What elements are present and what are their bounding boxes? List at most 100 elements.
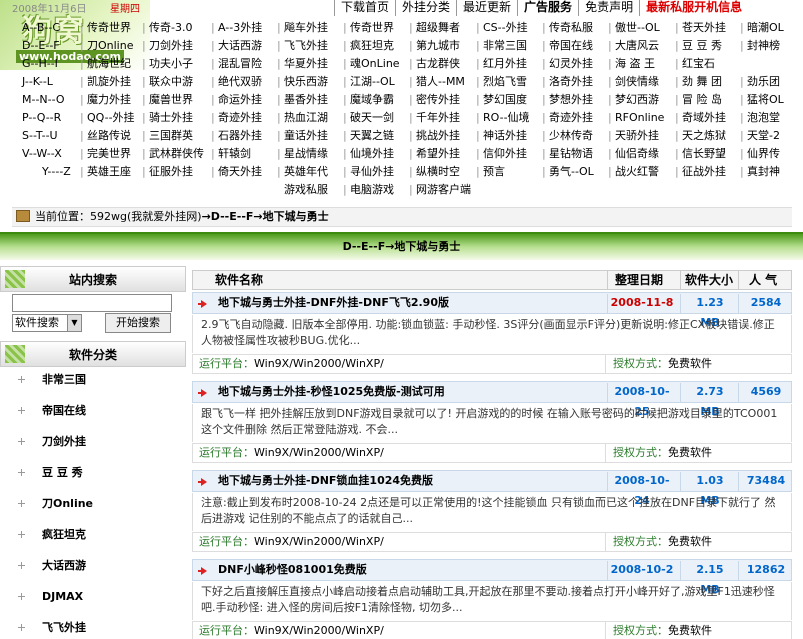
game-link[interactable]: 征战外挂 (682, 164, 726, 180)
game-link[interactable]: 大话西游 (218, 38, 262, 54)
letter-index-link[interactable]: Y----Z (42, 164, 71, 180)
game-link[interactable]: 傲世--OL (615, 20, 660, 36)
category-item[interactable]: 帝国在线 (0, 396, 186, 426)
game-link[interactable]: 非常三国 (483, 38, 527, 54)
nav-ads[interactable]: 广告服务 (517, 0, 578, 16)
game-link[interactable]: 石器外挂 (218, 128, 262, 144)
game-link[interactable]: 纵横时空 (416, 164, 460, 180)
game-link[interactable]: 魔力外挂 (87, 92, 131, 108)
game-link[interactable]: 大唐风云 (615, 38, 659, 54)
letter-index-link[interactable]: J--K--L (22, 74, 53, 90)
game-link[interactable]: 奇迹外挂 (549, 110, 593, 126)
game-link[interactable]: 冒 险 岛 (682, 92, 722, 108)
category-item[interactable]: 飞飞外挂 (0, 613, 186, 639)
game-link[interactable]: 飚车外挂 (284, 20, 328, 36)
game-link[interactable]: 江湖--OL (350, 74, 395, 90)
category-item[interactable]: 刀Online (0, 489, 186, 519)
category-item[interactable]: 非常三国 (0, 365, 186, 395)
game-link[interactable]: 网游客户端 (416, 182, 471, 198)
game-link[interactable]: 信仰外挂 (483, 146, 527, 162)
game-link[interactable]: 天堂-2 (747, 128, 780, 144)
entry-name-link[interactable]: 地下城与勇士外挂-秒怪1025免费版-测试可用 (218, 382, 445, 402)
game-link[interactable]: 天骄外挂 (615, 128, 659, 144)
game-link[interactable]: 刀Online (87, 38, 133, 54)
game-link[interactable]: 红月外挂 (483, 56, 527, 72)
letter-index-link[interactable]: D--E--F (22, 38, 60, 54)
game-link[interactable]: 丝路传说 (87, 128, 131, 144)
game-link[interactable]: 命运外挂 (218, 92, 262, 108)
game-link[interactable]: 星钻物语 (549, 146, 593, 162)
game-link[interactable]: 三国群英 (149, 128, 193, 144)
game-link[interactable]: 天之炼狱 (682, 128, 726, 144)
category-item[interactable]: 大话西游 (0, 551, 186, 581)
game-link[interactable]: 电脑游戏 (350, 182, 394, 198)
game-link[interactable]: 海 盗 王 (615, 56, 655, 72)
game-link[interactable]: 快乐西游 (284, 74, 328, 90)
letter-index-link[interactable]: V--W--X (22, 146, 62, 162)
game-link[interactable]: 勇气--OL (549, 164, 594, 180)
game-link[interactable]: 希望外挂 (416, 146, 460, 162)
game-link[interactable]: 预言 (483, 164, 505, 180)
game-link[interactable]: QQ--外挂 (87, 110, 135, 126)
game-link[interactable]: 热血江湖 (284, 110, 328, 126)
search-input[interactable] (12, 294, 172, 312)
game-link[interactable]: 倚天外挂 (218, 164, 262, 180)
game-link[interactable]: 猛将OL (747, 92, 784, 108)
nav-recent[interactable]: 最近更新 (456, 0, 517, 16)
game-link[interactable]: 仙界传 (747, 146, 780, 162)
category-item[interactable]: 豆 豆 秀 (0, 458, 186, 488)
nav-categories[interactable]: 外挂分类 (395, 0, 456, 16)
game-link[interactable]: 劲 舞 团 (682, 74, 722, 90)
nav-private-servers[interactable]: 最新私服开机信息 (639, 0, 748, 16)
game-link[interactable]: 密传外挂 (416, 92, 460, 108)
game-link[interactable]: 奇迹外挂 (218, 110, 262, 126)
game-link[interactable]: 魂OnLine (350, 56, 400, 72)
breadcrumb-site-link[interactable]: 592wg(我就爱外挂网) (90, 210, 202, 223)
game-link[interactable]: 红宝石 (682, 56, 715, 72)
game-link[interactable]: 童话外挂 (284, 128, 328, 144)
letter-index-link[interactable]: A--B--C (22, 20, 60, 36)
letter-index-link[interactable]: G--H--I (22, 56, 58, 72)
game-link[interactable]: 飞飞外挂 (284, 38, 328, 54)
entry-name-link[interactable]: 地下城与勇士外挂-DNF外挂-DNF飞飞2.90版 (218, 293, 449, 313)
game-link[interactable]: 魔域争霸 (350, 92, 394, 108)
search-button[interactable]: 开始搜索 (105, 313, 171, 333)
game-link[interactable]: 魔兽世界 (149, 92, 193, 108)
game-link[interactable]: 华夏外挂 (284, 56, 328, 72)
letter-index-link[interactable]: S--T--U (22, 128, 58, 144)
game-link[interactable]: 游戏私服 (284, 182, 328, 198)
game-link[interactable]: 信长野望 (682, 146, 726, 162)
game-link[interactable]: CS--外挂 (483, 20, 528, 36)
letter-index-link[interactable]: M--N--O (22, 92, 65, 108)
game-link[interactable]: 幻灵外挂 (549, 56, 593, 72)
game-link[interactable]: 豆 豆 秀 (682, 38, 722, 54)
game-link[interactable]: 暗潮OL (747, 20, 784, 36)
game-link[interactable]: 星战情缘 (284, 146, 328, 162)
game-link[interactable]: 传奇私服 (549, 20, 593, 36)
game-link[interactable]: 挑战外挂 (416, 128, 460, 144)
game-link[interactable]: 联众中游 (149, 74, 193, 90)
game-link[interactable]: 混乱冒险 (218, 56, 262, 72)
game-link[interactable]: 疯狂坦克 (350, 38, 394, 54)
game-link[interactable]: 刀剑外挂 (149, 38, 193, 54)
letter-index-link[interactable]: P--Q--R (22, 110, 61, 126)
game-link[interactable]: 传奇世界 (87, 20, 131, 36)
game-link[interactable]: 奇域外挂 (682, 110, 726, 126)
game-link[interactable]: 古龙群侠 (416, 56, 460, 72)
game-link[interactable]: 洛奇外挂 (549, 74, 593, 90)
entry-name-link[interactable]: 地下城与勇士外挂-DNF锁血挂1024免费版 (218, 471, 433, 491)
game-link[interactable]: 梦幻西游 (615, 92, 659, 108)
category-item[interactable]: 刀剑外挂 (0, 427, 186, 457)
game-link[interactable]: 千年外挂 (416, 110, 460, 126)
game-link[interactable]: A--3外挂 (218, 20, 262, 36)
game-link[interactable]: 航海世纪 (87, 56, 131, 72)
game-link[interactable]: 第九城市 (416, 38, 460, 54)
game-link[interactable]: 少林传奇 (549, 128, 593, 144)
game-link[interactable]: 英雄王座 (87, 164, 131, 180)
game-link[interactable]: 剑侠情缘 (615, 74, 659, 90)
game-link[interactable]: 轩辕剑 (218, 146, 251, 162)
game-link[interactable]: 寻仙外挂 (350, 164, 394, 180)
game-link[interactable]: 墨香外挂 (284, 92, 328, 108)
game-link[interactable]: 传奇世界 (350, 20, 394, 36)
game-link[interactable]: 梦想外挂 (549, 92, 593, 108)
